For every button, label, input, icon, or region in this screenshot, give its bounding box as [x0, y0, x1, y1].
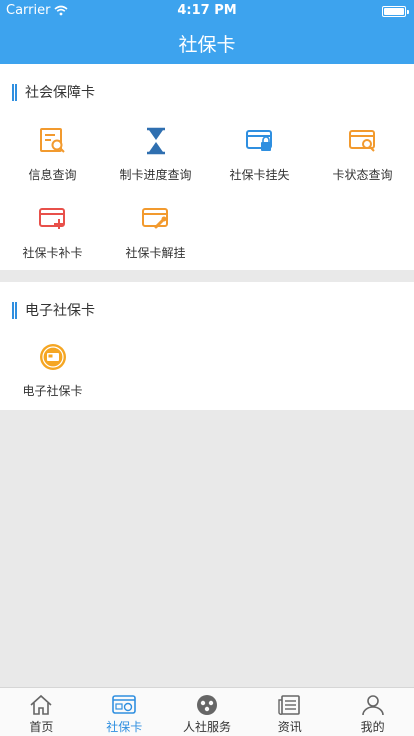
grid-item-label: 电子社保卡: [22, 384, 83, 398]
grid-item-report-loss[interactable]: 社保卡挂失: [208, 124, 311, 194]
battery-level: [384, 8, 404, 15]
grid-item-card-reissue[interactable]: 社保卡补卡: [1, 202, 104, 272]
card-search-icon: [346, 124, 380, 158]
tab-home[interactable]: 首页: [0, 688, 83, 736]
card-add-icon: [36, 202, 70, 236]
status-bar: Carrier 4:17 PM: [0, 0, 414, 22]
service-icon: [196, 695, 217, 715]
tab-label: 资讯: [277, 720, 302, 734]
section-header: 电子社保卡: [12, 300, 95, 320]
e-card-badge-icon: [36, 340, 70, 374]
header: Carrier 4:17 PM 社保卡: [0, 0, 414, 64]
bottom-tab-bar: 首页 社保卡 人社服务 资讯 我的: [0, 687, 414, 736]
clock: 4:17 PM: [177, 3, 237, 18]
section-title: 电子社保卡: [25, 303, 95, 319]
grid-item-info-query[interactable]: 信息查询: [1, 124, 104, 194]
card-lock-icon: [243, 124, 277, 158]
grid-item-label: 社保卡补卡: [22, 246, 83, 260]
tab-label: 首页: [29, 720, 54, 734]
grid-item-card-status[interactable]: 卡状态查询: [311, 124, 414, 194]
tab-label: 我的: [360, 720, 385, 734]
grid-item-label: 信息查询: [28, 168, 77, 182]
document-search-icon: [36, 124, 70, 158]
section-electronic-card: 电子社保卡 电子社保卡: [0, 282, 414, 410]
grid-item-card-progress[interactable]: 制卡进度查询: [104, 124, 207, 194]
page-title: 社保卡: [178, 34, 236, 56]
grid-item-electronic-card[interactable]: 电子社保卡: [1, 340, 104, 410]
tab-news[interactable]: 资讯: [248, 688, 331, 736]
section-social-security-card: 社会保障卡 信息查询 制卡进度查询 社保卡挂失 卡状态查询 社保卡补卡 社保卡解…: [0, 64, 414, 270]
grid-item-label: 社保卡解挂: [125, 246, 186, 260]
section-bar-icon: [12, 83, 17, 101]
section-title: 社会保障卡: [25, 85, 95, 101]
tab-label: 社保卡: [106, 720, 143, 734]
social-card-icon: [112, 695, 136, 714]
section-bar-icon: [12, 301, 17, 319]
news-icon: [278, 695, 300, 715]
card-unlock-icon: [139, 202, 173, 236]
tab-social-card[interactable]: 社保卡: [83, 688, 166, 736]
home-icon: [30, 694, 52, 715]
tab-hr-services[interactable]: 人社服务: [166, 688, 249, 736]
hourglass-icon: [139, 124, 173, 158]
profile-icon: [361, 695, 384, 716]
section-header: 社会保障卡: [12, 82, 95, 102]
tab-label: 人社服务: [182, 720, 231, 734]
grid-item-label: 社保卡挂失: [229, 168, 290, 182]
grid-item-card-unfreeze[interactable]: 社保卡解挂: [104, 202, 207, 272]
battery-icon: [382, 6, 409, 17]
tab-mine[interactable]: 我的: [331, 688, 414, 736]
grid-item-label: 卡状态查询: [332, 168, 393, 182]
grid-item-label: 制卡进度查询: [119, 168, 192, 182]
